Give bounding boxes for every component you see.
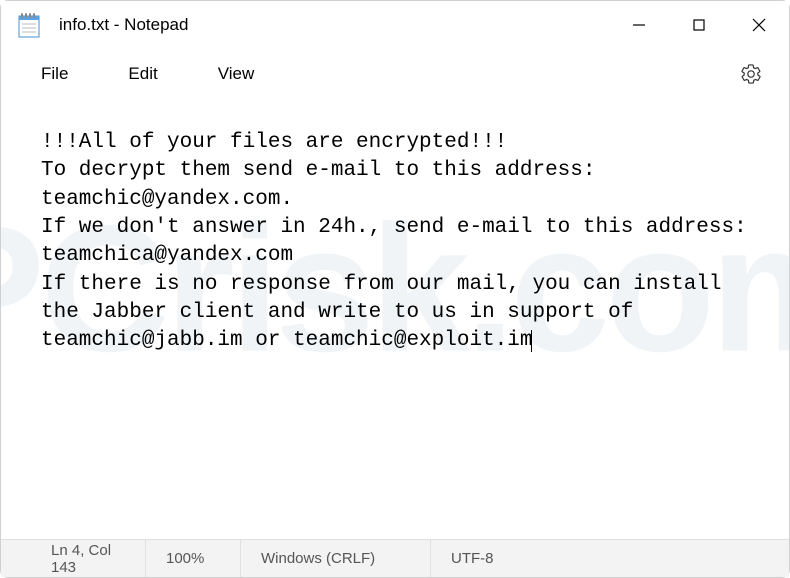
document-text: !!!All of your files are encrypted!!! To… <box>41 131 759 352</box>
maximize-button[interactable] <box>669 1 729 49</box>
titlebar: info.txt - Notepad <box>1 1 789 49</box>
minimize-button[interactable] <box>609 1 669 49</box>
menu-edit[interactable]: Edit <box>108 56 177 92</box>
text-cursor <box>531 330 532 352</box>
zoom-level[interactable]: 100% <box>146 540 241 577</box>
menubar: File Edit View <box>1 49 789 99</box>
maximize-icon <box>692 18 706 32</box>
statusbar: Ln 4, Col 143 100% Windows (CRLF) UTF-8 <box>1 539 789 577</box>
cursor-position: Ln 4, Col 143 <box>1 540 146 577</box>
text-editor[interactable]: !!!All of your files are encrypted!!! To… <box>1 99 789 376</box>
notepad-icon <box>17 13 41 37</box>
line-ending: Windows (CRLF) <box>241 540 431 577</box>
menu-file[interactable]: File <box>21 56 88 92</box>
gear-icon <box>740 63 762 85</box>
encoding: UTF-8 <box>431 540 514 577</box>
minimize-icon <box>632 18 646 32</box>
window-controls <box>609 1 789 49</box>
menu-view[interactable]: View <box>198 56 275 92</box>
close-button[interactable] <box>729 1 789 49</box>
settings-button[interactable] <box>733 56 769 92</box>
close-icon <box>752 18 766 32</box>
window-title: info.txt - Notepad <box>59 15 609 35</box>
